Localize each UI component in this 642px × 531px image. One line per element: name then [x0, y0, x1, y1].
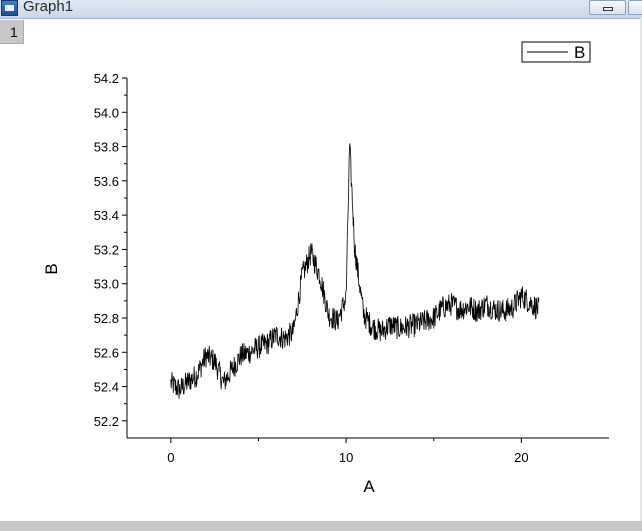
- y-tick-label: 53.6: [94, 174, 119, 189]
- y-tick-label: 53.8: [94, 140, 119, 155]
- y-axis-title: B: [42, 263, 61, 274]
- chart-series: [170, 143, 540, 399]
- chart-ticks: 52.2 52.4 52.6 52.8 53.0 53.2 53.4 53.6 53.8 54.0…: [94, 71, 529, 465]
- y-tick-label: 53.2: [94, 242, 119, 257]
- chart-axes: [126, 78, 609, 439]
- y-tick-label: 52.6: [94, 345, 119, 360]
- y-tick-label: 53.0: [94, 277, 119, 292]
- y-tick-label: 52.8: [94, 311, 119, 326]
- x-axis-title: A: [363, 477, 375, 496]
- y-tick-label: 52.4: [94, 380, 119, 395]
- y-tick-label: 52.2: [94, 414, 119, 429]
- x-tick-label: 10: [339, 450, 353, 465]
- legend-label: B: [574, 43, 585, 62]
- y-tick-label: 54.2: [94, 71, 119, 86]
- y-tick-label: 53.4: [94, 208, 119, 223]
- x-tick-label: 20: [514, 450, 528, 465]
- y-tick-label: 54.0: [94, 105, 119, 120]
- series-line: [170, 143, 540, 399]
- x-tick-label: 0: [167, 450, 174, 465]
- chart-legend: B: [521, 41, 591, 63]
- window-bottom-bar: [0, 521, 642, 531]
- line-chart: 52.2 52.4 52.6 52.8 53.0 53.2 53.4 53.6 53.8 54.0…: [42, 41, 609, 496]
